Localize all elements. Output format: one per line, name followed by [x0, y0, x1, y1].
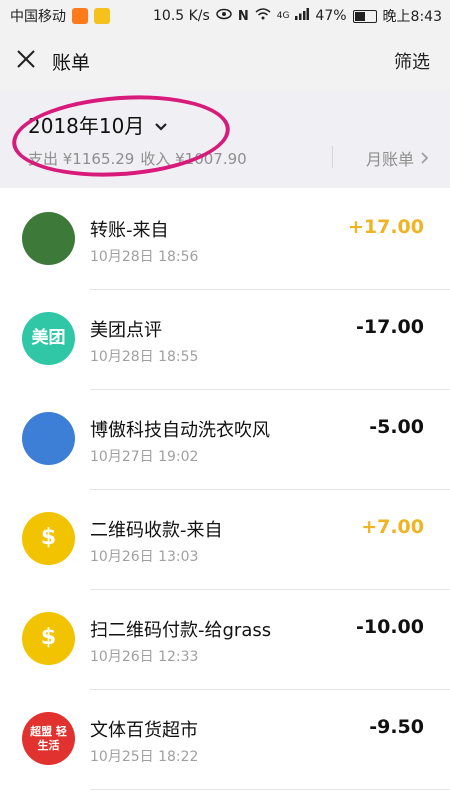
month-selector[interactable]: 2018年10月 — [28, 110, 168, 139]
status-bar: 中国移动 10.5 K/s N 4G 47% 晚上8:43 — [0, 0, 450, 32]
battery-icon — [352, 9, 377, 23]
transaction-time: 10月25日 18:22 — [90, 749, 199, 765]
avatar-label: $ — [40, 525, 57, 551]
transaction-row[interactable]: 转账-来自 10月28日 18:56 +17.00 — [0, 190, 450, 290]
transaction-amount: -5.00 — [369, 416, 424, 438]
transaction-row[interactable]: 美团 美团点评 10月28日 18:55 -17.00 — [0, 290, 450, 390]
row-divider — [90, 789, 450, 790]
nav-bar: 账单 筛选 — [0, 32, 450, 90]
merchant-avatar — [22, 412, 75, 465]
transaction-name: 博傲科技自动洗衣吹风 — [90, 420, 270, 441]
expense-total: 支出 ¥1165.29 — [28, 150, 135, 168]
network-type: 4G — [276, 11, 290, 21]
video-app-icon — [72, 8, 88, 24]
close-icon[interactable] — [16, 49, 36, 73]
eye-icon — [216, 8, 232, 24]
transaction-time: 10月28日 18:56 — [90, 249, 199, 265]
transaction-amount: +7.00 — [361, 516, 424, 538]
transaction-name: 美团点评 — [90, 320, 162, 341]
carrier-label: 中国移动 — [10, 9, 66, 25]
monthly-bill-link[interactable]: 月账单 — [365, 146, 429, 170]
merchant-avatar: 美团 — [22, 312, 75, 365]
transaction-name: 转账-来自 — [90, 220, 169, 241]
transaction-amount: -9.50 — [369, 716, 424, 738]
transaction-row[interactable]: 超盟 轻生活 文体百货超市 10月25日 18:22 -9.50 — [0, 690, 450, 790]
battery-percent: 47% — [315, 8, 347, 24]
transaction-list: 转账-来自 10月28日 18:56 +17.00 美团 美团点评 10月28日 18:5… — [0, 190, 450, 790]
network-speed: 10.5 K/s — [153, 8, 210, 24]
monthly-bill-label: 月账单 — [365, 150, 414, 169]
transaction-amount: +17.00 — [347, 216, 424, 238]
transaction-name: 二维码收款-来自 — [90, 520, 223, 541]
month-label: 2018年10月 — [28, 114, 145, 138]
chevron-down-icon — [154, 113, 168, 137]
wifi-icon — [255, 8, 271, 24]
signal-icon — [295, 8, 310, 24]
merchant-avatar — [22, 212, 75, 265]
clock: 晚上8:43 — [382, 9, 442, 25]
transaction-row[interactable]: $ 二维码收款-来自 10月26日 13:03 +7.00 — [0, 490, 450, 590]
transaction-row[interactable]: 博傲科技自动洗衣吹风 10月27日 19:02 -5.00 — [0, 390, 450, 490]
chevron-right-icon — [420, 149, 429, 168]
transaction-time: 10月26日 13:03 — [90, 549, 199, 565]
nfc-icon: N — [237, 8, 249, 24]
transaction-name: 扫二维码付款-给grass — [90, 620, 272, 641]
transaction-name: 文体百货超市 — [90, 720, 198, 741]
avatar-label: 美团 — [31, 328, 66, 349]
transaction-time: 10月28日 18:55 — [90, 349, 199, 365]
month-totals: 支出 ¥1165.29 收入 ¥1007.90 — [28, 148, 247, 169]
month-summary: 2018年10月 支出 ¥1165.29 收入 ¥1007.90 月账单 — [0, 88, 450, 188]
page-title: 账单 — [52, 51, 91, 74]
income-total: 收入 ¥1007.90 — [140, 150, 247, 168]
merchant-avatar: $ — [22, 612, 75, 665]
app-notification-icon — [94, 8, 110, 24]
transaction-amount: -10.00 — [356, 616, 424, 638]
transaction-row[interactable]: $ 扫二维码付款-给grass 10月26日 12:33 -10.00 — [0, 590, 450, 690]
transaction-time: 10月26日 12:33 — [90, 649, 199, 665]
divider — [332, 146, 333, 168]
transaction-amount: -17.00 — [356, 316, 424, 338]
avatar-label: $ — [40, 625, 57, 651]
transaction-time: 10月27日 19:02 — [90, 449, 199, 465]
merchant-avatar: $ — [22, 512, 75, 565]
filter-button[interactable]: 筛选 — [394, 48, 430, 74]
merchant-avatar: 超盟 轻生活 — [22, 712, 75, 765]
avatar-label: 超盟 轻生活 — [30, 725, 67, 752]
